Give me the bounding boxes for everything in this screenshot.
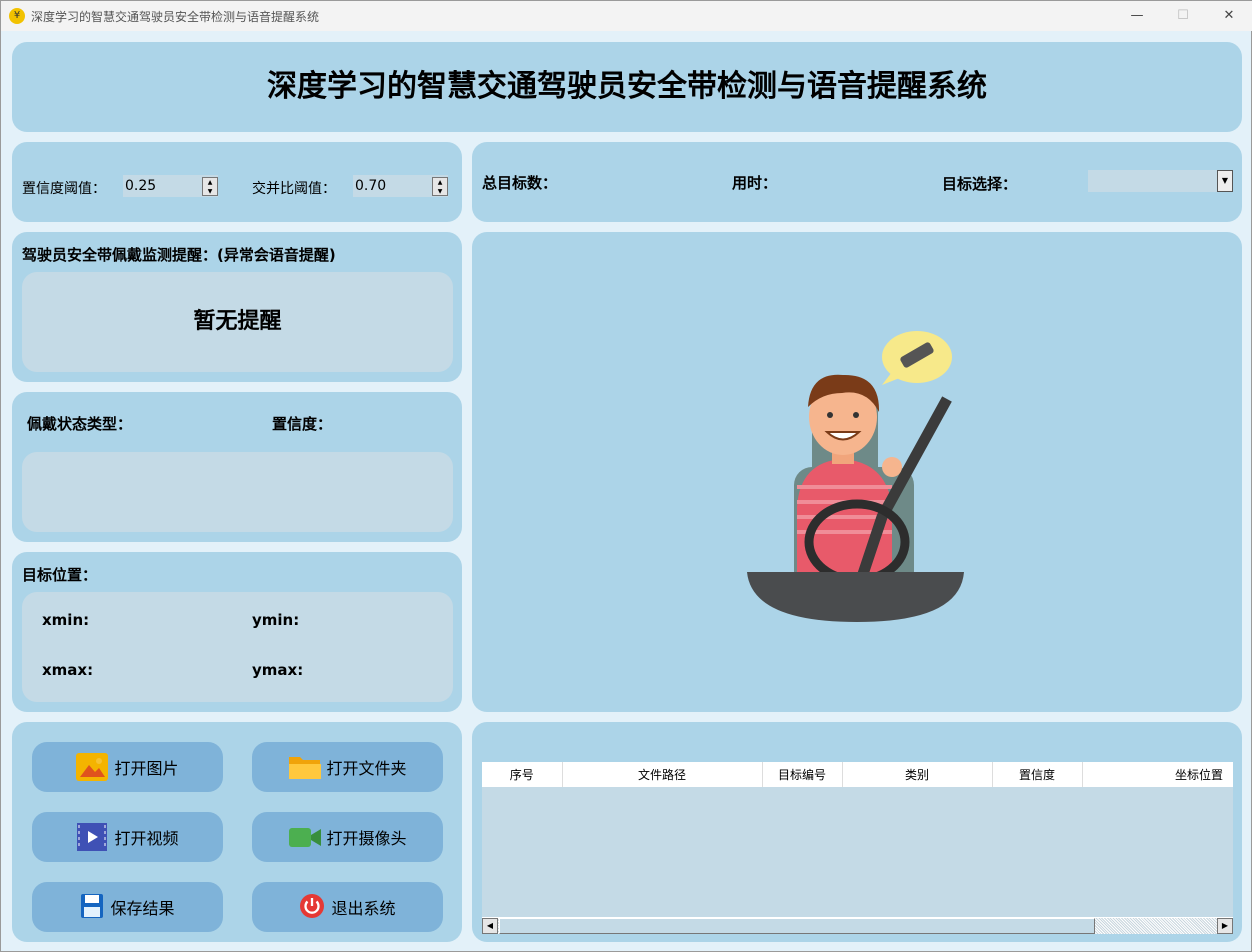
ymax-label: ymax: <box>252 661 304 679</box>
title-bar: ¥ 深度学习的智慧交通驾驶员安全带检测与语音提醒系统 — ☐ ✕ <box>1 1 1252 31</box>
column-header-file-path[interactable]: 文件路径 <box>562 762 763 787</box>
alert-message: 暂无提醒 <box>22 272 453 372</box>
column-header-confidence[interactable]: 置信度 <box>992 762 1083 787</box>
window-title: 深度学习的智慧交通驾驶员安全带检测与语音提醒系统 <box>31 9 320 24</box>
save-icon <box>80 893 104 921</box>
exit-system-button[interactable]: 退出系统 <box>252 882 443 932</box>
open-video-button[interactable]: 打开视频 <box>32 812 223 862</box>
results-table: 序号 文件路径 目标编号 类别 置信度 坐标位置 ◀ ▶ <box>482 762 1233 934</box>
status-panel: 佩戴状态类型： 置信度： <box>12 392 462 542</box>
ymin-label: ymin: <box>252 611 300 629</box>
open-image-label: 打开图片 <box>114 759 179 778</box>
open-folder-label: 打开文件夹 <box>326 759 407 778</box>
column-header-target-id[interactable]: 目标编号 <box>762 762 843 787</box>
position-panel: 目标位置： xmin: ymin: xmax: ymax: <box>12 552 462 712</box>
params-panel: 置信度阈值： 0.25 ▲ ▼ 交并比阈值： 0.70 ▲ ▼ <box>12 142 462 222</box>
save-results-button[interactable]: 保存结果 <box>32 882 223 932</box>
alert-title: 驾驶员安全带佩戴监测提醒：(异常会语音提醒) <box>22 246 336 264</box>
open-camera-button[interactable]: 打开摄像头 <box>252 812 443 862</box>
open-camera-label: 打开摄像头 <box>326 829 407 848</box>
open-video-label: 打开视频 <box>114 829 179 848</box>
camera-icon <box>288 823 322 851</box>
column-header-coordinates[interactable]: 坐标位置 <box>1082 762 1233 787</box>
table-header-row: 序号 文件路径 目标编号 类别 置信度 坐标位置 <box>482 762 1233 787</box>
chevron-down-icon[interactable]: ▼ <box>1217 170 1233 192</box>
iou-threshold-spinbox[interactable]: 0.70 ▲ ▼ <box>353 175 448 197</box>
total-targets-label: 总目标数： <box>482 174 558 192</box>
horizontal-scrollbar[interactable]: ◀ ▶ <box>482 917 1233 934</box>
spin-arrows-icon[interactable]: ▲ ▼ <box>432 177 448 196</box>
status-confidence-label: 置信度： <box>272 415 333 433</box>
stats-panel: 总目标数： 用时： 目标选择： ▼ <box>472 142 1242 222</box>
driver-seatbelt-illustration <box>747 331 964 622</box>
position-display: xmin: ymin: xmax: ymax: <box>22 592 453 702</box>
scroll-right-icon[interactable]: ▶ <box>1217 918 1233 934</box>
conf-value: 0.25 <box>125 178 157 194</box>
scroll-left-icon[interactable]: ◀ <box>482 918 498 934</box>
power-icon <box>299 893 325 921</box>
alert-panel: 驾驶员安全带佩戴监测提醒：(异常会语音提醒) 暂无提醒 <box>12 232 462 382</box>
iou-threshold-label: 交并比阈值： <box>252 181 336 197</box>
page-title: 深度学习的智慧交通驾驶员安全带检测与语音提醒系统 <box>267 69 987 104</box>
close-button[interactable]: ✕ <box>1206 1 1252 31</box>
conf-threshold-spinbox[interactable]: 0.25 ▲ ▼ <box>123 175 218 197</box>
header-panel: 深度学习的智慧交通驾驶员安全带检测与语音提醒系统 <box>12 42 1242 132</box>
position-title: 目标位置： <box>22 566 98 584</box>
target-select-dropdown[interactable]: ▼ <box>1088 170 1233 192</box>
time-label: 用时： <box>732 174 778 192</box>
open-image-button[interactable]: 打开图片 <box>32 742 223 792</box>
open-folder-button[interactable]: 打开文件夹 <box>252 742 443 792</box>
image-display-panel <box>472 232 1242 712</box>
wear-status-type-label: 佩戴状态类型： <box>27 415 133 433</box>
scrollbar-thumb[interactable] <box>499 918 1095 934</box>
spin-arrows-icon[interactable]: ▲ ▼ <box>202 177 218 196</box>
column-header-class[interactable]: 类别 <box>842 762 993 787</box>
maximize-button[interactable]: ☐ <box>1160 1 1206 31</box>
target-select-label: 目标选择： <box>942 175 1018 193</box>
exit-system-label: 退出系统 <box>331 899 396 918</box>
status-display <box>22 452 453 532</box>
conf-threshold-label: 置信度阈值： <box>22 181 106 197</box>
video-icon <box>76 823 108 851</box>
image-icon <box>76 753 109 781</box>
results-panel: 序号 文件路径 目标编号 类别 置信度 坐标位置 ◀ ▶ <box>472 722 1242 942</box>
minimize-button[interactable]: — <box>1114 1 1160 31</box>
app-icon: ¥ <box>9 8 25 24</box>
folder-icon <box>288 753 322 781</box>
actions-panel: 打开图片 打开文件夹 打开视频 打开摄像头 保存结果 退出系统 <box>12 722 462 942</box>
save-results-label: 保存结果 <box>110 899 175 918</box>
xmin-label: xmin: <box>42 611 90 629</box>
column-header-index[interactable]: 序号 <box>482 762 563 787</box>
iou-value: 0.70 <box>355 178 387 194</box>
xmax-label: xmax: <box>42 661 94 679</box>
